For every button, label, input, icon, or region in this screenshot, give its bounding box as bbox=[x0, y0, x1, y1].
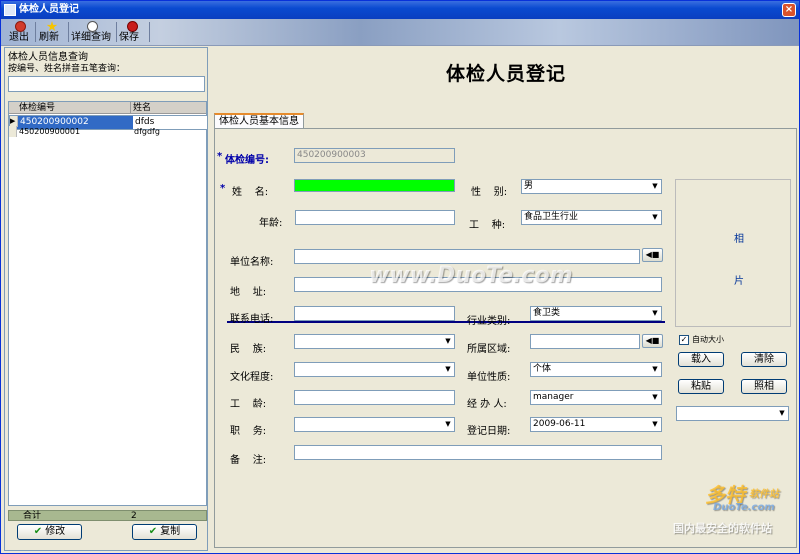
company-nature-select[interactable]: 个体 ▼ bbox=[530, 362, 662, 377]
grid-footer: 合计 2 bbox=[8, 510, 207, 521]
seniority-field[interactable] bbox=[294, 390, 455, 405]
reg-date-label: 登记日期: bbox=[467, 426, 511, 437]
toolbar: 退出 刷新 详细查询 保存 bbox=[1, 19, 799, 46]
clear-photo-button[interactable]: 清除 bbox=[741, 352, 787, 367]
star-icon bbox=[46, 21, 58, 32]
name-label: 姓 名: bbox=[232, 187, 269, 198]
notes-field[interactable] bbox=[294, 445, 662, 460]
age-field[interactable] bbox=[295, 210, 455, 225]
company-label: 单位名称: bbox=[230, 257, 274, 268]
person-grid: 体检编号 姓名 ▶ 450200900002 dfds 450200900001… bbox=[8, 101, 207, 506]
chevron-down-icon: ▼ bbox=[442, 335, 454, 348]
total-label: 合计 bbox=[23, 511, 42, 521]
seniority-label: 工 龄: bbox=[230, 399, 267, 410]
toolbar-separator bbox=[116, 22, 117, 42]
phone-field[interactable] bbox=[294, 306, 455, 321]
toolbar-separator bbox=[35, 22, 36, 42]
copy-button[interactable]: ✔ 复制 bbox=[132, 524, 197, 540]
name-field[interactable] bbox=[294, 179, 455, 192]
gender-label: 性 别: bbox=[471, 187, 508, 198]
window-title: 体检人员登记 bbox=[19, 4, 79, 15]
gender-select[interactable]: 男 ▼ bbox=[521, 179, 662, 194]
app-icon bbox=[4, 4, 16, 16]
page-title: 体检人员登记 bbox=[446, 63, 567, 85]
watermark-slogan: 国内最安全的软件站 bbox=[673, 522, 772, 535]
chevron-down-icon: ▼ bbox=[442, 363, 454, 376]
chevron-down-icon: ▼ bbox=[649, 307, 661, 320]
company-nature-label: 单位性质: bbox=[467, 372, 511, 383]
notes-label: 备 注: bbox=[230, 455, 267, 466]
ethnicity-label: 民 族: bbox=[230, 344, 267, 355]
close-icon[interactable]: × bbox=[782, 3, 796, 17]
id-field[interactable]: 450200900003 bbox=[294, 148, 455, 163]
search-input[interactable] bbox=[8, 76, 205, 92]
magnifier-icon bbox=[86, 21, 98, 32]
exit-button[interactable]: 退出 bbox=[9, 21, 31, 44]
modify-button[interactable]: ✔ 修改 bbox=[17, 524, 82, 540]
industry-label: 行业类别: bbox=[467, 316, 511, 327]
paste-photo-button[interactable]: 粘贴 bbox=[678, 379, 724, 394]
watermark-logo-suffix: 软件站 bbox=[749, 489, 779, 500]
chevron-down-icon: ▼ bbox=[649, 363, 661, 376]
photo-frame: 相 片 bbox=[675, 179, 791, 327]
query-hint: 按编号、姓名拼音五笔查询： bbox=[8, 64, 126, 74]
query-panel: 体检人员信息查询 按编号、姓名拼音五笔查询： 体检编号 姓名 ▶ 4502009… bbox=[4, 47, 208, 551]
chevron-down-icon: ▼ bbox=[649, 391, 661, 404]
camera-button[interactable]: 照相 bbox=[741, 379, 787, 394]
education-select[interactable]: ▼ bbox=[294, 362, 455, 377]
total-count: 2 bbox=[131, 511, 137, 521]
device-select[interactable]: ▼ bbox=[676, 406, 789, 421]
save-button[interactable]: 保存 bbox=[119, 21, 145, 44]
toolbar-separator bbox=[149, 22, 150, 42]
lookup-region-button[interactable]: ◀■ bbox=[642, 334, 663, 348]
registration-panel: 体检人员登记 体检人员基本信息 * 体检编号: 450200900003 * 姓… bbox=[211, 47, 799, 551]
tab-basic-info[interactable]: 体检人员基本信息 bbox=[214, 113, 304, 128]
required-mark: * bbox=[217, 151, 223, 162]
age-label: 年龄: bbox=[259, 218, 283, 229]
grid-header: 体检编号 姓名 bbox=[9, 102, 206, 114]
main-window: 体检人员登记 × 退出 刷新 详细查询 保存 体检人员信息查询 按编号、姓名拼音… bbox=[0, 0, 800, 554]
toolbar-separator bbox=[68, 22, 69, 42]
handler-label: 经 办 人: bbox=[467, 399, 507, 410]
chevron-down-icon: ▼ bbox=[776, 407, 788, 420]
watermark-text: www.DuoTe.com bbox=[369, 263, 573, 288]
address-label: 地 址: bbox=[230, 287, 267, 298]
lookup-company-button[interactable]: ◀■ bbox=[642, 248, 663, 262]
save-icon bbox=[126, 21, 138, 32]
ethnicity-select[interactable]: ▼ bbox=[294, 334, 455, 349]
chevron-down-icon: ▼ bbox=[442, 418, 454, 431]
section-divider bbox=[227, 321, 665, 323]
work-type-label: 工 种: bbox=[469, 220, 506, 231]
load-photo-button[interactable]: 载入 bbox=[678, 352, 724, 367]
column-header-name[interactable]: 姓名 bbox=[130, 102, 151, 114]
required-mark: * bbox=[220, 183, 226, 194]
company-field[interactable] bbox=[294, 249, 640, 264]
region-field[interactable] bbox=[530, 334, 640, 349]
chevron-down-icon: ▼ bbox=[649, 180, 661, 193]
handler-select[interactable]: manager ▼ bbox=[530, 390, 662, 405]
check-icon: ✔ bbox=[148, 526, 158, 537]
phone-label: 联系电话: bbox=[230, 314, 274, 325]
chevron-down-icon: ▼ bbox=[649, 211, 661, 224]
refresh-button[interactable]: 刷新 bbox=[39, 21, 65, 44]
title-bar: 体检人员登记 × bbox=[1, 1, 799, 19]
position-label: 职 务: bbox=[230, 426, 267, 437]
column-header-id[interactable]: 体检编号 bbox=[19, 102, 55, 114]
watermark-logo-en: DuoTe.com bbox=[713, 502, 775, 513]
region-label: 所属区域: bbox=[467, 344, 511, 355]
auto-size-checkbox[interactable]: ✓ bbox=[679, 335, 689, 345]
chevron-down-icon: ▼ bbox=[649, 418, 661, 431]
auto-size-label: 自动大小 bbox=[692, 335, 724, 344]
position-select[interactable]: ▼ bbox=[294, 417, 455, 432]
industry-select[interactable]: 食卫类 ▼ bbox=[530, 306, 662, 321]
check-icon: ✔ bbox=[33, 526, 43, 537]
reg-date-picker[interactable]: 2009-06-11 ▼ bbox=[530, 417, 662, 432]
work-type-select[interactable]: 食品卫生行业 ▼ bbox=[521, 210, 662, 225]
table-row[interactable]: 450200900001 dfgdfg bbox=[9, 126, 206, 137]
detail-query-button[interactable]: 详细查询 bbox=[71, 21, 113, 44]
exit-icon bbox=[14, 21, 26, 32]
id-label: 体检编号: bbox=[225, 155, 269, 166]
education-label: 文化程度: bbox=[230, 372, 274, 383]
